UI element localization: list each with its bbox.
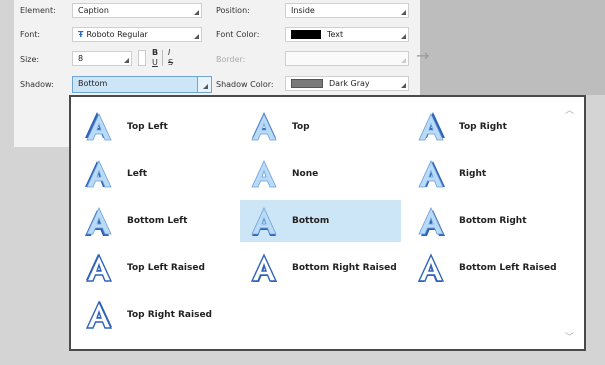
font-value: Roboto Regular <box>86 30 148 39</box>
font-color-label: Font Color: <box>216 30 260 39</box>
element-label: Element: <box>20 6 56 15</box>
shadow-option-label: Top <box>292 122 310 132</box>
font-dropdown[interactable]: Ŧ Roboto Regular <box>72 27 202 42</box>
shadow-option-left[interactable]: Left <box>75 153 236 195</box>
size-stepper[interactable] <box>138 50 146 66</box>
shadow-option-label: Top Left Raised <box>127 263 205 273</box>
italic-toggle[interactable]: I <box>168 48 170 57</box>
position-dropdown[interactable]: Inside <box>285 3 409 18</box>
text-shadow-top-left-icon <box>85 112 112 141</box>
shadow-option-label: Bottom <box>292 216 330 226</box>
element-value: Caption <box>78 6 109 15</box>
shadow-option-label: Left <box>127 169 148 179</box>
shadow-option-label: None <box>292 169 319 179</box>
border-label: Border: <box>216 55 246 64</box>
text-shadow-bottom-left-raised-icon <box>417 253 445 282</box>
border-dropdown <box>285 51 409 66</box>
shadow-option-top[interactable]: Top <box>240 106 401 148</box>
text-shadow-top-right-raised-icon <box>85 300 113 329</box>
shadow-option-bottom-left[interactable]: Bottom Left <box>75 200 236 242</box>
strikethrough-toggle[interactable]: S <box>168 58 173 67</box>
shadow-option-label: Bottom Right <box>459 216 527 226</box>
dropdown-arrow-icon <box>194 34 199 39</box>
shadow-option-label: Right <box>459 169 487 179</box>
shadow-option-top-right[interactable]: Top Right <box>407 106 567 148</box>
arrow-right-icon[interactable]: → <box>416 46 429 65</box>
text-shadow-bottom-right-icon <box>418 207 445 236</box>
size-dropdown[interactable]: 8 <box>72 51 132 66</box>
shadow-option-label: Top Right <box>459 122 507 132</box>
shadow-option-label: Top Right Raised <box>127 310 212 320</box>
shadow-label: Shadow: <box>20 80 54 89</box>
shadow-option-bottom[interactable]: Bottom <box>240 200 401 242</box>
position-label: Position: <box>216 6 250 15</box>
text-shadow-top-icon <box>251 112 277 141</box>
underline-toggle[interactable]: U <box>152 58 158 67</box>
shadow-option-top-left-raised[interactable]: Top Left Raised <box>75 247 236 289</box>
shadow-option-label: Bottom Right Raised <box>292 263 397 273</box>
bold-toggle[interactable]: B <box>152 48 158 57</box>
background-area <box>420 0 605 95</box>
shadow-option-none[interactable]: None <box>240 153 401 195</box>
shadow-option-label: Bottom Left Raised <box>459 263 557 273</box>
dropdown-arrow-icon <box>194 10 199 15</box>
dropdown-arrow-icon <box>401 58 406 63</box>
position-value: Inside <box>291 6 315 15</box>
dropdown-arrow-icon <box>401 10 406 15</box>
font-label: Font: <box>20 30 41 39</box>
dropdown-arrow-icon <box>124 58 129 63</box>
text-shadow-bottom-left-icon <box>85 207 112 236</box>
shadow-option-bottom-right[interactable]: Bottom Right <box>407 200 567 242</box>
font-color-dropdown[interactable]: Text <box>285 27 409 42</box>
shadow-option-top-left[interactable]: Top Left <box>75 106 236 148</box>
shadow-options-popup: ︿ ﹀ Top Left Top Top Right Left None Right Bot… <box>69 95 586 351</box>
text-shadow-bottom-right-raised-icon <box>250 253 278 282</box>
size-value: 8 <box>78 54 84 63</box>
text-shadow-left-icon <box>85 160 112 188</box>
text-shadow-top-left-raised-icon <box>85 253 113 282</box>
shadow-option-label: Bottom Left <box>127 216 188 226</box>
text-shadow-none-icon <box>251 160 277 188</box>
font-color-swatch <box>291 30 321 39</box>
shadow-option-right[interactable]: Right <box>407 153 567 195</box>
shadow-option-bottom-left-raised[interactable]: Bottom Left Raised <box>407 247 567 289</box>
shadow-value: Bottom <box>78 79 108 88</box>
shadow-color-dropdown[interactable]: Dark Gray <box>285 76 409 91</box>
text-shadow-bottom-icon <box>251 207 277 236</box>
shadow-option-label: Top Left <box>127 122 168 132</box>
shadow-color-label: Shadow Color: <box>216 80 274 89</box>
dropdown-toggle[interactable] <box>197 77 211 92</box>
text-shadow-right-icon <box>418 160 445 188</box>
size-label: Size: <box>20 55 40 64</box>
shadow-dropdown[interactable]: Bottom <box>72 76 212 93</box>
font-type-icon: Ŧ <box>78 30 84 39</box>
shadow-option-top-right-raised[interactable]: Top Right Raised <box>75 294 236 336</box>
text-shadow-top-right-icon <box>418 112 445 141</box>
shadow-color-swatch <box>291 79 323 88</box>
scroll-down-icon[interactable]: ﹀ <box>565 330 574 343</box>
dropdown-arrow-icon <box>401 83 406 88</box>
element-dropdown[interactable]: Caption <box>72 3 202 18</box>
shadow-option-bottom-right-raised[interactable]: Bottom Right Raised <box>240 247 401 289</box>
dropdown-arrow-icon <box>203 84 208 89</box>
dropdown-arrow-icon <box>401 34 406 39</box>
font-color-value: Text <box>327 30 344 39</box>
divider <box>162 50 163 66</box>
shadow-color-value: Dark Gray <box>329 79 370 88</box>
